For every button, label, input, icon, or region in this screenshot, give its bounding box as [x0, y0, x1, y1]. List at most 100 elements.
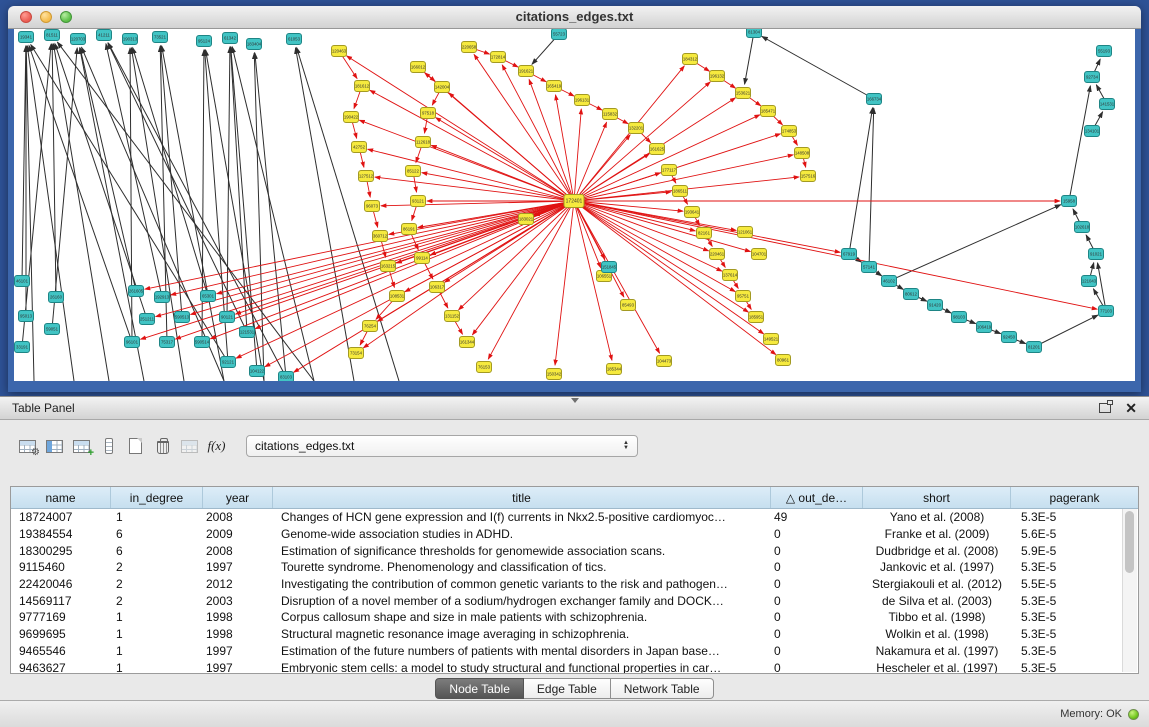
network-node[interactable]: 161344	[460, 337, 475, 348]
network-node[interactable]: 134101	[1085, 126, 1100, 137]
network-node[interactable]: 191621	[519, 66, 534, 77]
column-header-in-degree[interactable]: in_degree	[111, 487, 203, 508]
network-node[interactable]: 184312	[683, 54, 698, 65]
table-row[interactable]: 911546021997Tourette syndrome. Phenomeno…	[11, 559, 1138, 576]
network-node[interactable]: 26160	[49, 292, 64, 303]
network-node[interactable]: 55723	[552, 29, 567, 40]
network-node[interactable]: 121531	[240, 327, 255, 338]
table-vertical-scrollbar[interactable]	[1122, 509, 1137, 672]
network-node[interactable]: 73154	[349, 348, 364, 359]
network-node[interactable]: 163215	[381, 261, 396, 272]
close-panel-icon[interactable]: ✕	[1125, 401, 1137, 415]
network-node[interactable]: 104701	[752, 249, 767, 260]
network-node[interactable]: 590513	[175, 312, 190, 323]
network-node[interactable]: 181612	[355, 81, 370, 92]
network-node[interactable]: 81304	[747, 29, 762, 38]
network-node[interactable]: 172814	[491, 52, 506, 63]
column-header-pagerank[interactable]: pagerank	[1011, 487, 1138, 508]
network-node[interactable]: 92121	[221, 357, 236, 368]
network-node[interactable]: 127512	[359, 171, 374, 182]
float-panel-icon[interactable]	[1099, 403, 1111, 413]
network-node[interactable]: 57141	[862, 262, 877, 273]
table-source-dropdown[interactable]: citations_edges.txt ▲▼	[246, 435, 638, 457]
network-node[interactable]: 81511	[45, 30, 60, 41]
network-node[interactable]: 85493	[621, 300, 636, 311]
network-node[interactable]: 92450	[1002, 332, 1017, 343]
network-node[interactable]: 82161	[697, 228, 712, 239]
minimize-window-icon[interactable]	[40, 11, 52, 23]
tab-edge-table[interactable]: Edge Table	[524, 678, 611, 699]
network-node[interactable]: 81201	[1027, 342, 1042, 353]
table-row[interactable]: 2242004622012Investigating the contribut…	[11, 576, 1138, 593]
network-node[interactable]: 86191	[402, 224, 417, 235]
scrollbar-thumb[interactable]	[1125, 511, 1134, 573]
network-node[interactable]: 61342	[223, 33, 238, 44]
network-node[interactable]: 42752	[352, 142, 367, 153]
network-node[interactable]: 90121	[220, 312, 235, 323]
table-row[interactable]: 1456911722003Disruption of a novel membe…	[11, 592, 1138, 609]
network-node[interactable]: 76153	[477, 362, 492, 373]
column-header-year[interactable]: year	[203, 487, 273, 508]
network-node[interactable]: 148508	[795, 148, 810, 159]
network-node[interactable]: 121043	[1082, 276, 1097, 287]
table-row[interactable]: 1938455462009Genome-wide association stu…	[11, 526, 1138, 543]
network-node[interactable]: 85122	[406, 166, 421, 177]
network-node[interactable]: 151845	[602, 262, 617, 273]
function-builder-icon[interactable]: f(x)	[203, 433, 230, 459]
network-node[interactable]: 95751	[736, 291, 751, 302]
network-node[interactable]: 131152	[445, 311, 460, 322]
network-node[interactable]: 95013	[19, 311, 34, 322]
split-pane-handle-icon[interactable]	[571, 398, 579, 403]
network-node[interactable]: 150342	[547, 369, 562, 380]
table-row[interactable]: 1872400712008Changes of HCN gene express…	[11, 509, 1138, 526]
network-node[interactable]: 142004	[435, 82, 450, 93]
network-node[interactable]: 183021	[519, 214, 534, 225]
show-columns-icon[interactable]	[41, 433, 68, 459]
network-node[interactable]: 104473	[657, 356, 672, 367]
network-node[interactable]: 183404	[247, 39, 262, 50]
network-node[interactable]: 108531	[390, 291, 405, 302]
network-node[interactable]: 76254	[363, 321, 378, 332]
network-node[interactable]: 120703	[71, 34, 86, 45]
network-node[interactable]: 55193	[1097, 46, 1112, 57]
network-node[interactable]: 174853	[782, 126, 797, 137]
network-node[interactable]: 15958	[1062, 196, 1077, 207]
network-node[interactable]: 186511	[673, 186, 688, 197]
table-row[interactable]: 977716911998Corpus callosum shape and si…	[11, 609, 1138, 626]
network-node[interactable]: 177117	[662, 165, 677, 176]
zoom-window-icon[interactable]	[60, 11, 72, 23]
network-node[interactable]: 91420	[928, 300, 943, 311]
column-header-title[interactable]: title	[273, 487, 771, 508]
table-row[interactable]: 1830029562008Estimation of significance …	[11, 542, 1138, 559]
network-node[interactable]: 112618	[416, 137, 431, 148]
network-node[interactable]: 96101	[125, 337, 140, 348]
network-node[interactable]: 196131	[575, 95, 590, 106]
network-node[interactable]: 106317	[430, 282, 445, 293]
column-header-short[interactable]: short	[863, 487, 1011, 508]
network-node[interactable]: 220658	[462, 42, 477, 53]
table-row[interactable]: 969969511998Structural magnetic resonanc…	[11, 626, 1138, 643]
column-header-out-de-[interactable]: △ out_de…	[771, 487, 863, 508]
network-hub-node[interactable]: 172401	[564, 195, 584, 208]
network-canvas[interactable]: 1724011204631816121904224275212751296073…	[14, 29, 1135, 381]
network-node[interactable]: 83103	[279, 372, 294, 382]
network-node[interactable]: 185951	[749, 312, 764, 323]
network-node[interactable]: 360712	[373, 231, 388, 242]
network-node[interactable]: 106419	[977, 322, 992, 333]
network-node[interactable]: 65301	[201, 291, 216, 302]
network-node[interactable]: 80961	[776, 355, 791, 366]
network-node[interactable]: 93121	[411, 196, 426, 207]
network-node[interactable]: 149521	[764, 334, 779, 345]
network-node[interactable]: 190422	[344, 112, 359, 123]
network-nodes[interactable]: 1724011204631816121904224275212751296073…	[15, 29, 1115, 381]
network-node[interactable]: 185471	[761, 106, 776, 117]
network-node[interactable]: 41211	[97, 30, 112, 41]
network-node[interactable]: 190313	[123, 34, 138, 45]
network-node[interactable]: 220461	[710, 249, 725, 260]
network-node[interactable]: 102618	[1075, 222, 1090, 233]
network-node[interactable]: 92734	[1085, 72, 1100, 83]
network-node[interactable]: 73521	[153, 32, 168, 43]
network-node[interactable]: 120463	[332, 46, 347, 57]
table-row[interactable]: 946362711997Embryonic stem cells: a mode…	[11, 659, 1138, 673]
network-node[interactable]: 157516	[801, 171, 816, 182]
